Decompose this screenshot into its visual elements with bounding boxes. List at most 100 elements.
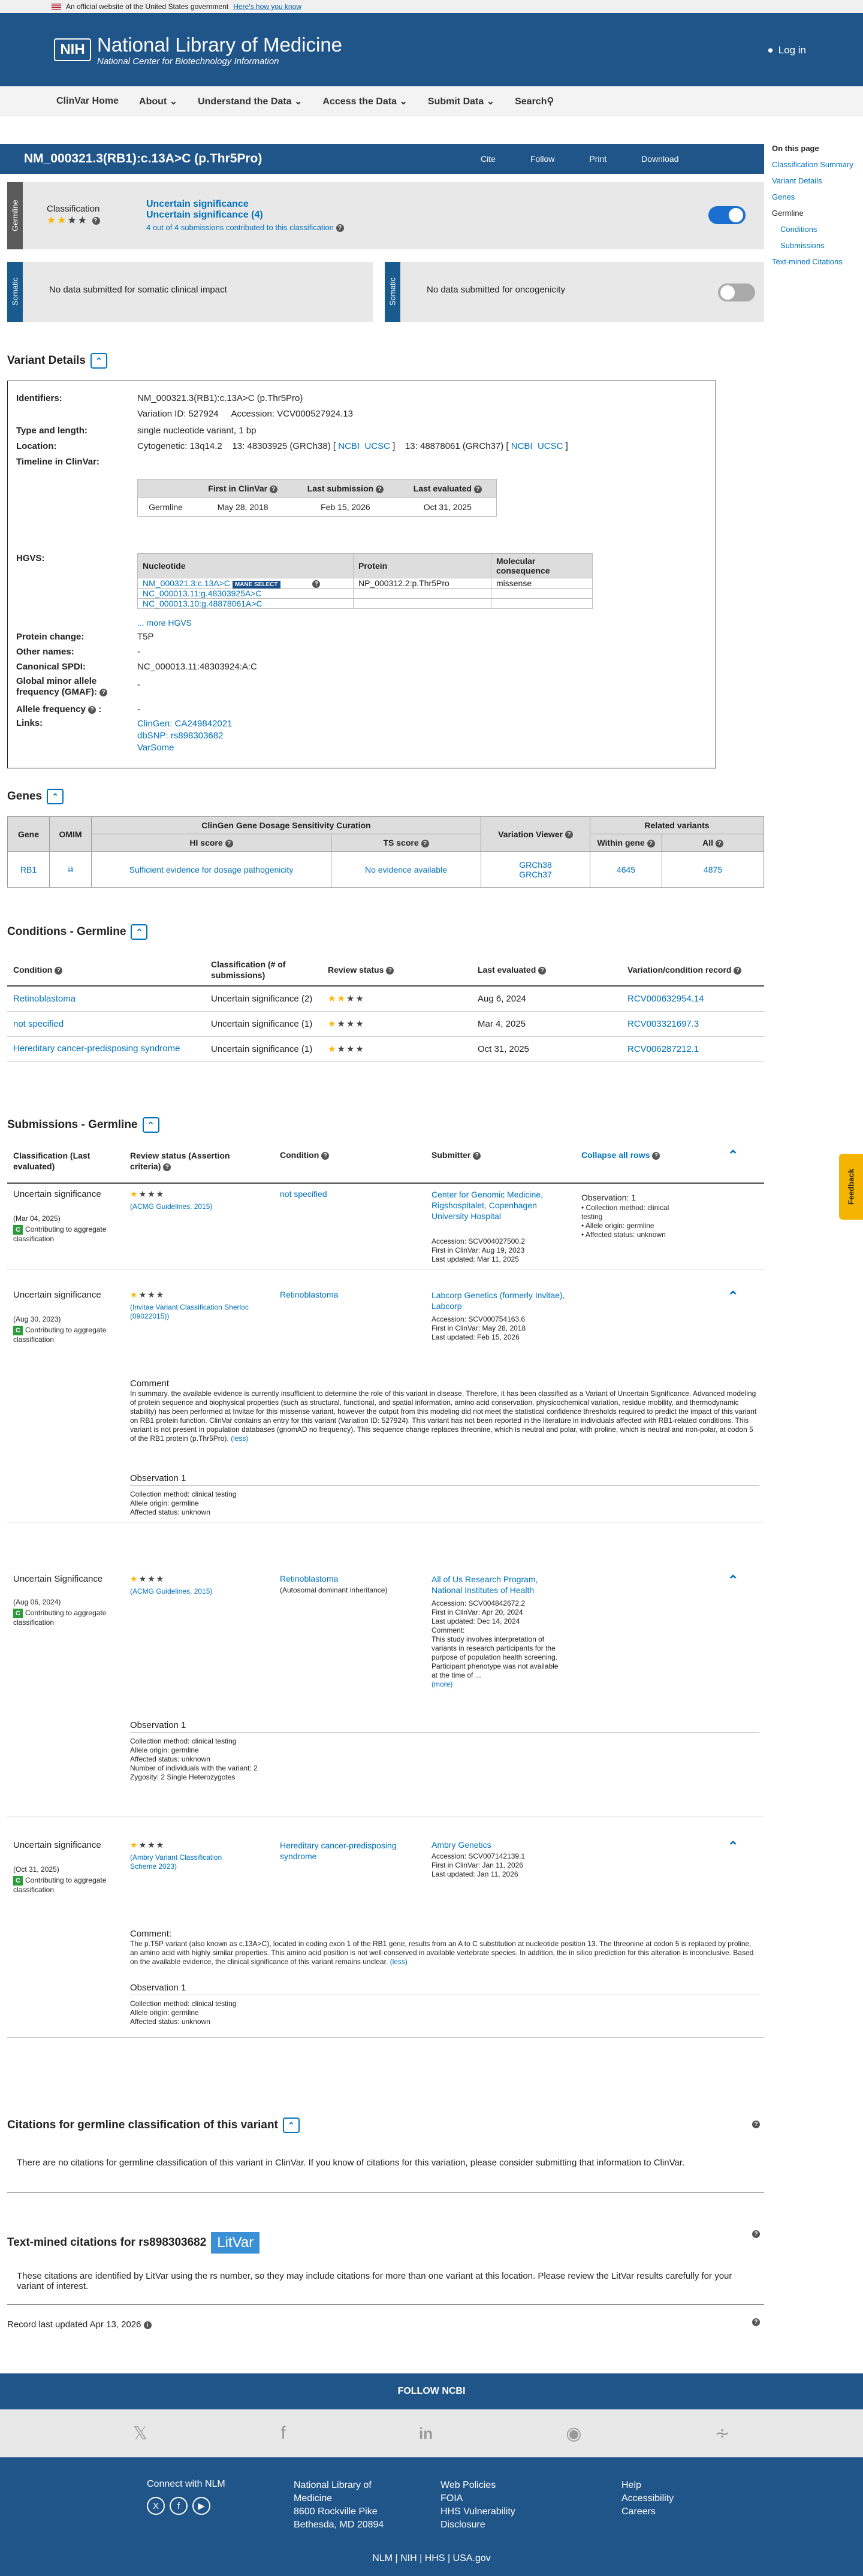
- sidebar-item-conditions[interactable]: Conditions: [772, 225, 862, 234]
- external-link-icon[interactable]: ⧉: [68, 864, 74, 874]
- hgvs-nucleotide-link[interactable]: NC_000013.11:g.48303925A>C: [143, 589, 262, 598]
- hgvs-nucleotide-link[interactable]: NM_000321.3:c.13A>C: [143, 578, 230, 588]
- collapse-icon[interactable]: ⌃: [47, 789, 64, 804]
- sidebar-item-genes[interactable]: Genes: [772, 192, 862, 201]
- criteria-link[interactable]: (Invitae Variant Classification Sherloc …: [130, 1303, 250, 1321]
- nav-clinvar-home[interactable]: ClinVar Home: [56, 96, 119, 107]
- ts-score-link[interactable]: No evidence available: [365, 865, 447, 874]
- grch38-link[interactable]: GRCh38: [485, 860, 586, 870]
- help-icon[interactable]: ?: [92, 217, 100, 225]
- collapse-icon[interactable]: ⌃: [90, 353, 107, 369]
- condition-link[interactable]: not specified: [280, 1189, 327, 1199]
- criteria-link[interactable]: (ACMG Guidelines, 2015): [130, 1202, 212, 1211]
- footer-bottom-links[interactable]: NLM | NIH | HHS | USA.gov: [0, 2553, 863, 2564]
- help-icon[interactable]: ?: [752, 2120, 760, 2128]
- help-icon[interactable]: ?: [647, 839, 655, 847]
- grch37-link[interactable]: GRCh37: [485, 870, 586, 879]
- submitter-link[interactable]: Labcorp Genetics (formerly Invitae), Lab…: [432, 1290, 569, 1311]
- more-link[interactable]: (more): [432, 1680, 563, 1689]
- help-icon[interactable]: ?: [336, 224, 344, 233]
- sidebar-item-classification[interactable]: Classification Summary: [772, 160, 862, 169]
- gene-link[interactable]: RB1: [20, 865, 37, 874]
- less-link[interactable]: (less): [231, 1434, 248, 1443]
- germline-toggle[interactable]: [708, 206, 746, 224]
- collapse-row-icon[interactable]: ⌃: [728, 1573, 738, 1588]
- rcv-link[interactable]: RCV006287212.1: [627, 1044, 699, 1054]
- classification-count[interactable]: Uncertain significance (4): [146, 210, 263, 221]
- linkedin-icon[interactable]: in: [419, 2424, 433, 2443]
- ncbi-link-37[interactable]: NCBI: [511, 441, 533, 451]
- footer-link[interactable]: HHS Vulnerability: [440, 2505, 515, 2518]
- condition-link[interactable]: Hereditary cancer-predisposing syndrome: [13, 1043, 180, 1054]
- help-icon[interactable]: ?: [269, 485, 277, 493]
- nlm-title[interactable]: National Library of Medicine: [97, 34, 342, 56]
- submitter-link[interactable]: Center for Genomic Medicine, Rigshospita…: [432, 1189, 563, 1221]
- footer-link[interactable]: Web Policies: [440, 2479, 515, 2492]
- feedback-button[interactable]: Feedback: [839, 1154, 863, 1220]
- sidebar-item-textmined[interactable]: Text-mined Citations: [772, 257, 862, 266]
- more-hgvs-link[interactable]: ... more HGVS: [137, 618, 192, 628]
- sidebar-item-variant-details[interactable]: Variant Details: [772, 176, 862, 185]
- less-link[interactable]: (less): [390, 1957, 408, 1966]
- footer-link[interactable]: Help: [621, 2479, 674, 2492]
- condition-link[interactable]: not specified: [13, 1019, 64, 1029]
- youtube-icon[interactable]: ▶: [192, 2497, 210, 2515]
- x-icon[interactable]: 𝕏: [133, 2423, 147, 2444]
- help-icon[interactable]: ?: [715, 839, 723, 847]
- footer-link[interactable]: Accessibility: [621, 2492, 674, 2505]
- footer-link[interactable]: FOIA: [440, 2492, 515, 2505]
- rss-icon[interactable]: ∻: [715, 2423, 730, 2444]
- all-variants-link[interactable]: 4875: [704, 865, 722, 874]
- rcv-link[interactable]: RCV003321697.3: [627, 1019, 699, 1029]
- collapse-row-icon[interactable]: ⌃: [728, 1289, 738, 1304]
- collapse-row-icon[interactable]: ⌃: [728, 1148, 738, 1163]
- cite-button[interactable]: Cite: [481, 154, 496, 164]
- nav-understand[interactable]: Understand the Data ⌄: [198, 95, 302, 107]
- condition-link[interactable]: Hereditary cancer-predisposing syndrome: [280, 1840, 400, 1862]
- nav-about[interactable]: About ⌄: [139, 95, 177, 107]
- help-icon[interactable]: ?: [752, 2230, 760, 2238]
- help-icon[interactable]: ?: [386, 966, 394, 975]
- sidebar-item-submissions[interactable]: Submissions: [772, 241, 862, 250]
- hgvs-nucleotide-link[interactable]: NC_000013.10:g.48878061A>C: [143, 599, 262, 608]
- ucsc-link-38[interactable]: UCSC: [364, 441, 390, 451]
- help-icon[interactable]: ?: [652, 1151, 660, 1160]
- collapse-icon[interactable]: ⌃: [282, 2117, 300, 2133]
- litvar-logo[interactable]: LitVar: [211, 2232, 260, 2254]
- x-icon[interactable]: X: [147, 2497, 165, 2515]
- print-button[interactable]: Print: [589, 154, 606, 164]
- condition-link[interactable]: Retinoblastoma: [280, 1574, 338, 1583]
- help-icon[interactable]: ?: [752, 2318, 760, 2326]
- criteria-link[interactable]: (Ambry Variant Classification Scheme 202…: [130, 1853, 244, 1871]
- help-icon[interactable]: ?: [99, 688, 108, 696]
- dbsnp-link[interactable]: dbSNP: rs898303682: [137, 730, 232, 742]
- help-icon[interactable]: ?: [421, 839, 429, 847]
- facebook-icon[interactable]: f: [281, 2423, 286, 2444]
- collapse-all-link[interactable]: Collapse all rows: [581, 1150, 650, 1160]
- condition-link[interactable]: Retinoblastoma: [280, 1290, 338, 1299]
- criteria-link[interactable]: (ACMG Guidelines, 2015): [130, 1587, 212, 1596]
- hi-score-link[interactable]: Sufficient evidence for dosage pathogeni…: [129, 865, 294, 874]
- github-icon[interactable]: ◉: [566, 2423, 581, 2444]
- help-icon[interactable]: ?: [55, 966, 63, 975]
- condition-link[interactable]: Retinoblastoma: [13, 994, 76, 1004]
- submitter-link[interactable]: Ambry Genetics: [432, 1840, 491, 1850]
- help-icon[interactable]: ?: [538, 966, 547, 975]
- clingen-link[interactable]: ClinGen: CA249842021: [137, 718, 232, 730]
- nav-search[interactable]: Search⚲: [515, 95, 554, 107]
- help-icon[interactable]: ?: [312, 580, 321, 588]
- ucsc-link-37[interactable]: UCSC: [538, 441, 563, 451]
- somatic-toggle[interactable]: [718, 283, 755, 301]
- help-icon[interactable]: ?: [565, 831, 573, 839]
- help-icon[interactable]: ?: [163, 1163, 171, 1171]
- footer-link[interactable]: Disclosure: [440, 2518, 515, 2532]
- help-icon[interactable]: ?: [225, 839, 233, 847]
- help-icon[interactable]: ?: [473, 1151, 481, 1160]
- follow-button[interactable]: Follow: [530, 154, 554, 164]
- help-icon[interactable]: ?: [473, 485, 482, 493]
- download-button[interactable]: Download: [641, 154, 678, 164]
- submissions-link[interactable]: 4 out of 4 submissions contributed to th…: [146, 223, 334, 232]
- help-icon[interactable]: ?: [88, 705, 96, 714]
- nav-access[interactable]: Access the Data ⌄: [322, 95, 407, 107]
- facebook-icon[interactable]: f: [170, 2497, 188, 2515]
